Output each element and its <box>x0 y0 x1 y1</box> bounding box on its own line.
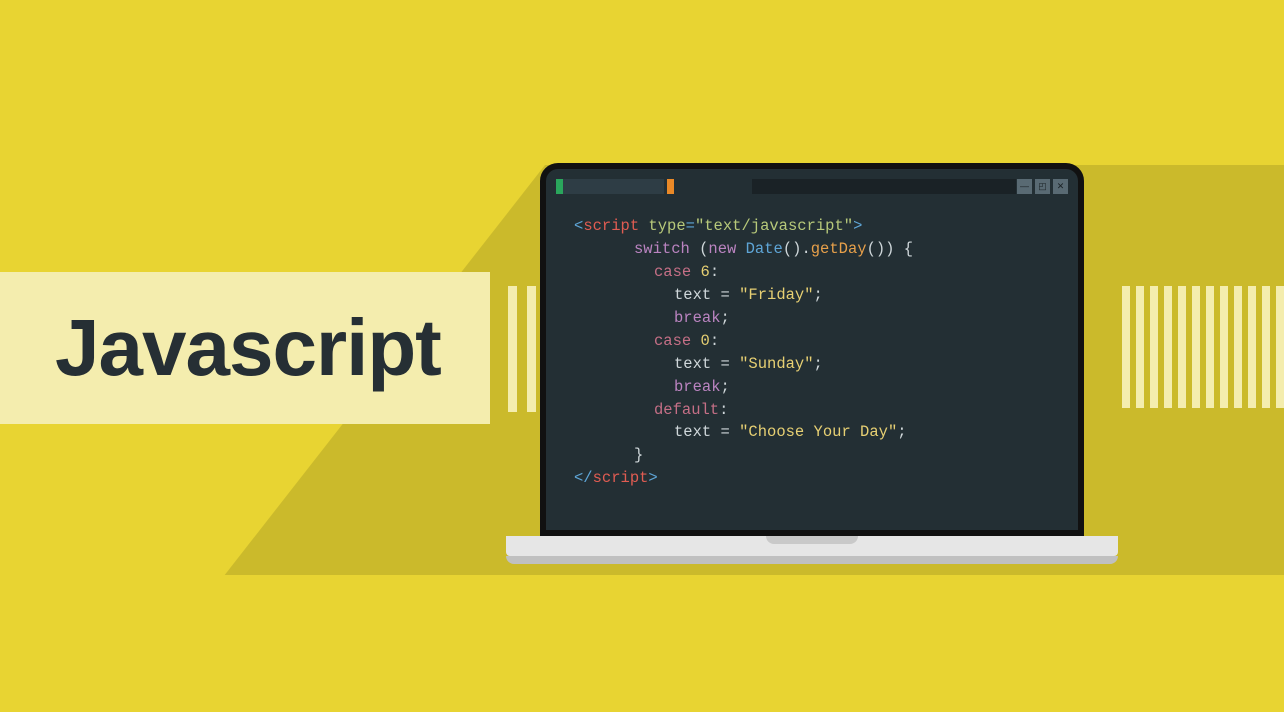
maximize-icon: ◰ <box>1035 179 1050 194</box>
minimize-icon: — <box>1017 179 1032 194</box>
stripes-right-decor <box>1122 286 1284 408</box>
page-title: Javascript <box>55 302 441 394</box>
code-line: case 6: <box>574 261 1050 284</box>
code-line: case 0: <box>574 330 1050 353</box>
laptop-screen: — ◰ ✕ <script type="text/javascript"> sw… <box>540 163 1084 536</box>
code-line: switch (new Date().getDay()) { <box>574 238 1050 261</box>
editor-menu-bar: — ◰ ✕ <box>556 179 1068 197</box>
code-line: text = "Friday"; <box>574 284 1050 307</box>
laptop-illustration: — ◰ ✕ <script type="text/javascript"> sw… <box>540 163 1118 564</box>
code-line: text = "Sunday"; <box>574 353 1050 376</box>
code-line: break; <box>574 376 1050 399</box>
close-icon: ✕ <box>1053 179 1068 194</box>
code-line: <script type="text/javascript"> <box>574 215 1050 238</box>
code-line: </script> <box>574 467 1050 490</box>
code-line: default: <box>574 399 1050 422</box>
code-line: text = "Choose Your Day"; <box>574 421 1050 444</box>
code-line: break; <box>574 307 1050 330</box>
laptop-foot <box>506 556 1118 564</box>
code-line: } <box>574 444 1050 467</box>
code-block: <script type="text/javascript"> switch (… <box>546 197 1078 508</box>
laptop-base <box>506 536 1118 556</box>
